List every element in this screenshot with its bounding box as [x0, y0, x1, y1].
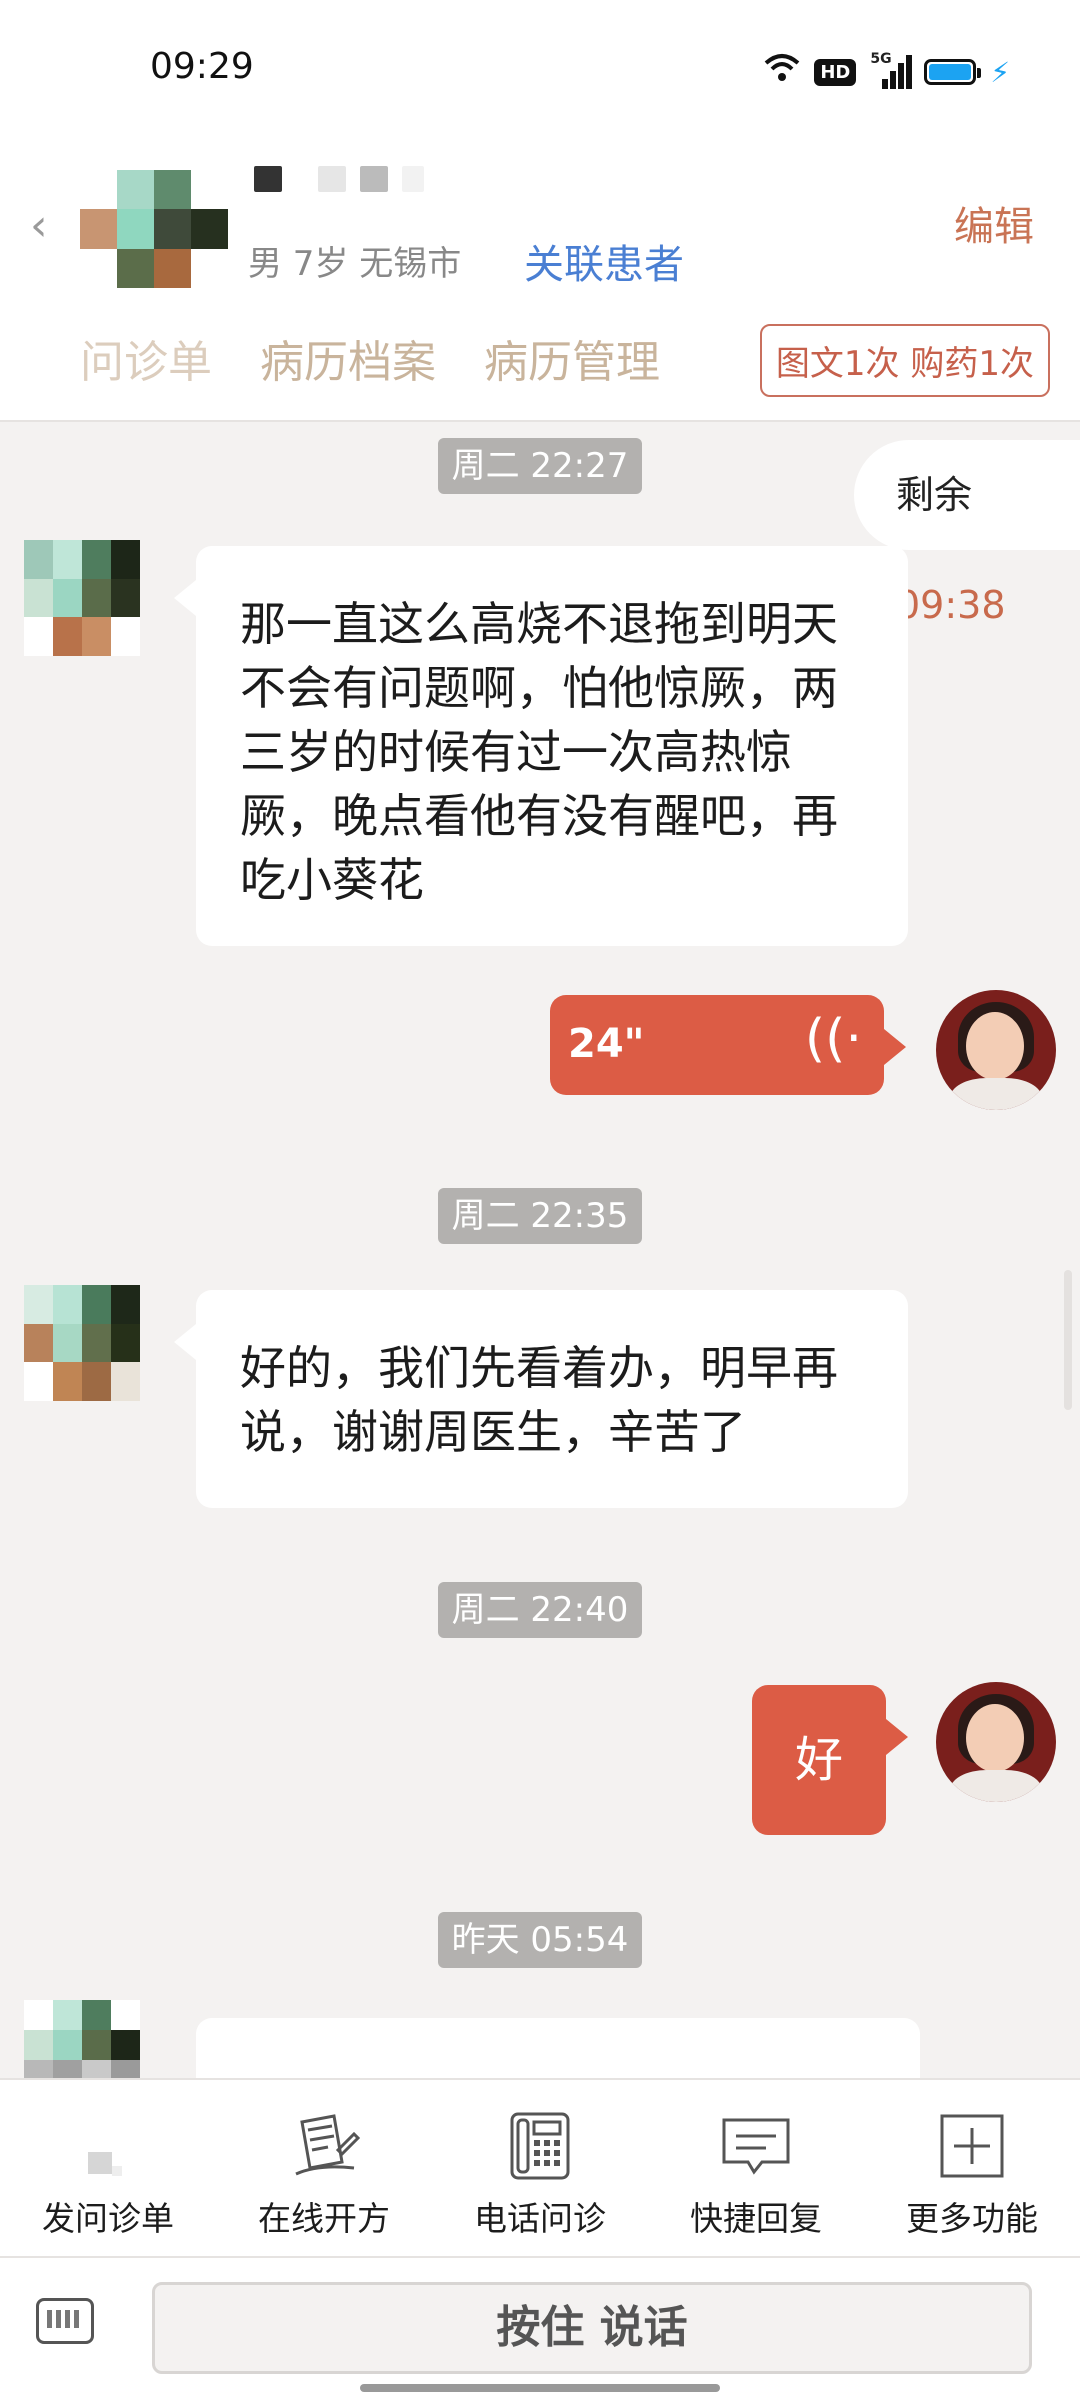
patient-chat-avatar[interactable]: [24, 1285, 140, 1401]
timestamp: 周二 22:40: [438, 1582, 642, 1638]
status-bar: 09:29 HD 5G ⚡: [0, 0, 1080, 140]
more-functions-button[interactable]: 更多功能: [864, 2080, 1080, 2258]
edit-button[interactable]: 编辑: [954, 194, 1034, 252]
service-count-badge[interactable]: 图文1次 购药1次: [759, 324, 1050, 397]
form-icon: [72, 2110, 144, 2182]
voice-message-bubble[interactable]: 24" ((·: [550, 995, 906, 1095]
phone-consult-button[interactable]: 电话问诊: [432, 2080, 648, 2258]
toolbar-label: 在线开方: [258, 2199, 390, 2238]
send-consult-form-button[interactable]: 发问诊单: [0, 2080, 216, 2258]
tab-medical-records[interactable]: 病历档案: [260, 326, 436, 390]
tab-record-management[interactable]: 病历管理: [484, 326, 660, 390]
quick-action-toolbar: 发问诊单 在线开方 电话问诊 快捷回复 更多功能: [0, 2078, 1080, 2258]
quick-reply-icon: [720, 2110, 792, 2182]
status-time: 09:29: [150, 46, 254, 87]
incoming-message-bubble[interactable]: 那一直这么高烧不退拖到明天不会有问题啊，怕他惊厥，两三岁的时候有过一次高热惊厥，…: [174, 546, 908, 946]
signal-icon: 5G: [870, 51, 913, 89]
keyboard-icon[interactable]: [36, 2298, 94, 2344]
incoming-message-bubble-partial[interactable]: [196, 2018, 920, 2080]
patient-header: ‹ 男 7岁 无锡市 关联患者 编辑 问诊单 病历档案 病历管理 图文1次 购药…: [0, 140, 1080, 422]
toolbar-label: 更多功能: [906, 2199, 1038, 2238]
quick-reply-button[interactable]: 快捷回复: [648, 2080, 864, 2258]
timestamp: 周二 22:35: [438, 1188, 642, 1244]
chat-area[interactable]: 周二 22:27 剩余 09:38 那一直这么高烧不退拖到明天不会有问题啊，怕他惊…: [0, 420, 1080, 2080]
patient-chat-avatar[interactable]: [24, 2000, 140, 2080]
toolbar-label: 快捷回复: [690, 2199, 822, 2238]
status-icons: HD 5G ⚡: [764, 51, 1010, 92]
patient-avatar[interactable]: [80, 170, 228, 288]
doctor-avatar[interactable]: [936, 990, 1056, 1110]
patient-chat-avatar[interactable]: [24, 540, 140, 656]
phone-icon: [504, 2110, 576, 2182]
charging-icon: ⚡: [990, 55, 1010, 89]
battery-icon: [924, 59, 982, 85]
voice-wave-icon: ((·: [804, 1009, 862, 1069]
remaining-time-badge: 剩余 09:38: [854, 440, 1080, 627]
timestamp: 周二 22:27: [438, 438, 642, 494]
timestamp: 昨天 05:54: [438, 1912, 642, 1968]
toolbar-label: 电话问诊: [474, 2199, 606, 2238]
plus-icon: [936, 2110, 1008, 2182]
voice-duration: 24": [568, 1021, 645, 1067]
prescription-icon: [288, 2110, 361, 2182]
toolbar-label: 发问诊单: [42, 2199, 174, 2238]
patient-meta: 男 7岁 无锡市: [248, 244, 462, 284]
wifi-icon: [764, 53, 800, 91]
incoming-message-bubble[interactable]: 好的，我们先看着办，明早再说，谢谢周医生，辛苦了: [174, 1290, 908, 1508]
home-indicator[interactable]: [360, 2384, 720, 2392]
doctor-avatar[interactable]: [936, 1682, 1056, 1802]
input-bar: 按住 说话: [0, 2256, 1080, 2402]
online-prescription-button[interactable]: 在线开方: [216, 2080, 432, 2258]
header-tabs: 问诊单 病历档案 病历管理: [80, 326, 660, 390]
chat-scrollbar[interactable]: [1064, 1270, 1072, 1410]
link-patient-button[interactable]: 关联患者: [524, 232, 684, 290]
network-label: 5G: [870, 51, 892, 67]
outgoing-message-bubble[interactable]: 好: [752, 1685, 908, 1835]
back-icon[interactable]: ‹: [30, 200, 48, 251]
patient-name-blurred: [254, 166, 424, 192]
hold-to-talk-button[interactable]: 按住 说话: [152, 2282, 1032, 2374]
hd-icon: HD: [814, 58, 857, 86]
remaining-label: 剩余: [896, 473, 973, 517]
remaining-countdown: 09:38: [896, 583, 1006, 627]
tab-consult-form[interactable]: 问诊单: [80, 326, 212, 390]
